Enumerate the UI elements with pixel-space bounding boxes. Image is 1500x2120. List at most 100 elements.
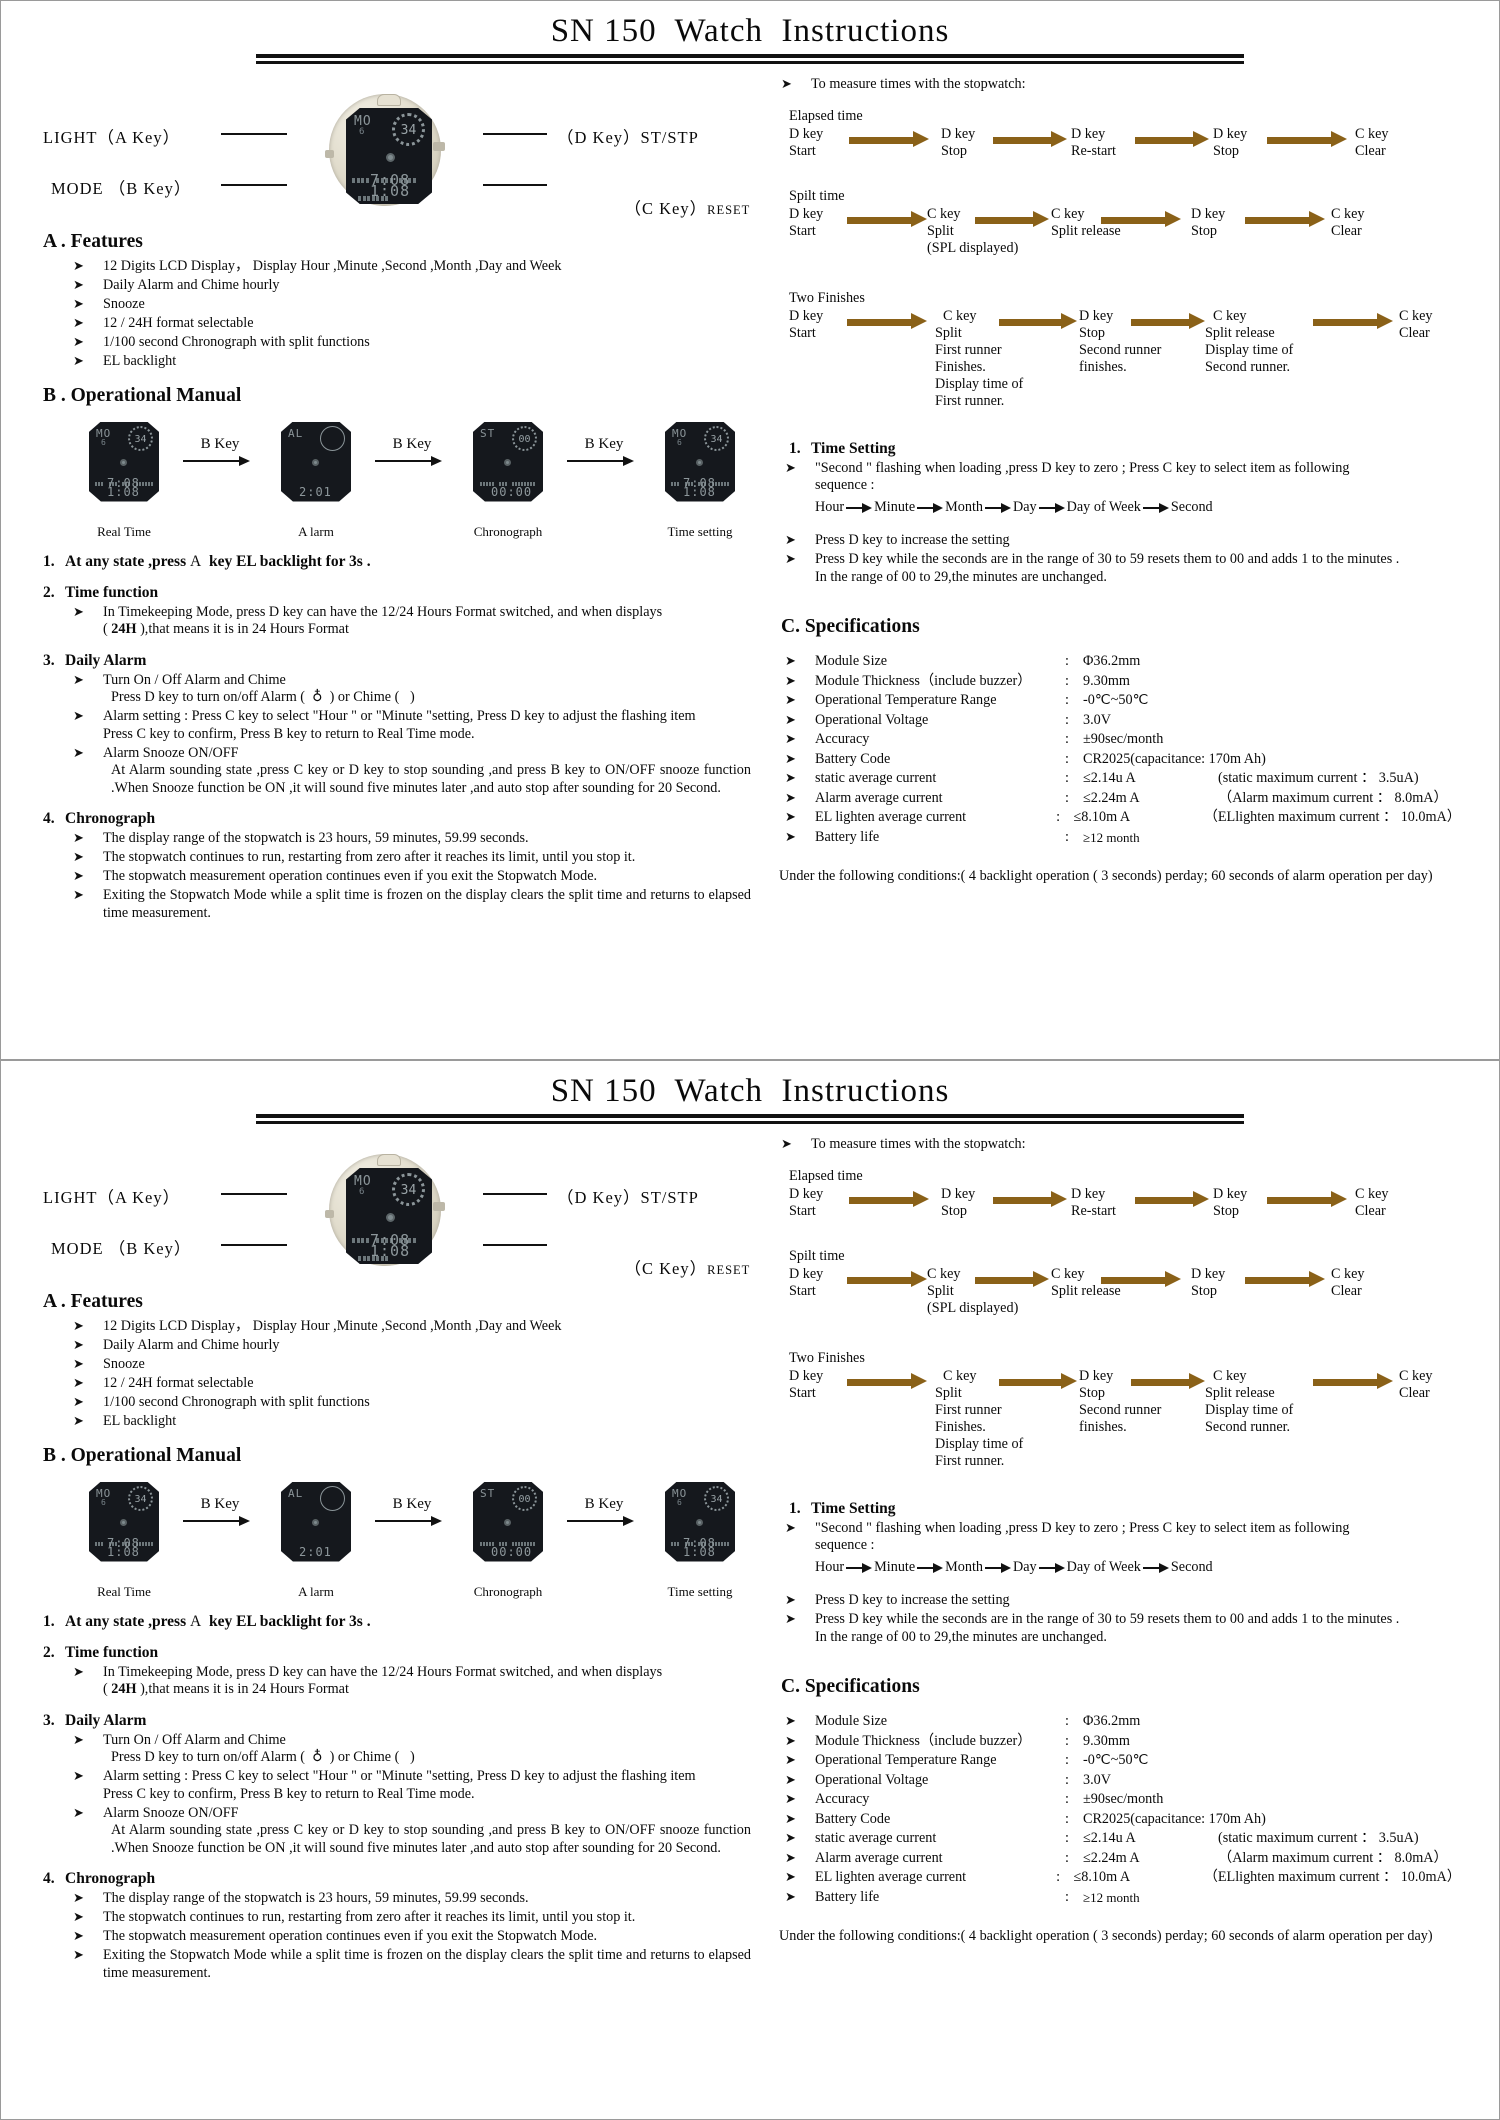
group-label: Spilt time (789, 1247, 845, 1264)
mode-arrow-key: B Key (200, 1495, 240, 1512)
mode-step-alarm: AL 2:01 A larm (263, 1481, 369, 1600)
spec-name: Module Thickness（include buzzer） (815, 1732, 1032, 1749)
thumb-time-text2: 1:08 (683, 1544, 716, 1559)
spec-extra: （Alarm maximum current ： 8.0mA） (1218, 1849, 1448, 1866)
title-rule (1, 1110, 1499, 1124)
step-note: First runner (935, 341, 1002, 358)
list-item: The display range of the stopwatch is 23… (73, 1890, 761, 1908)
flow-step: C key Clear (1399, 308, 1433, 342)
thumb-time-text: 2:01 (299, 1544, 332, 1559)
list-item: The stopwatch measurement operation cont… (73, 868, 761, 886)
seq-item: Second (1170, 1559, 1213, 1575)
item-text-a: At any state ,press (65, 552, 187, 570)
step-note: (SPL displayed) (927, 1299, 1019, 1316)
item-number: 4. (43, 1870, 55, 1887)
mode-arrow-key: B Key (584, 1495, 624, 1512)
chronograph-list: The display range of the stopwatch is 23… (43, 1890, 761, 1982)
flow-step: C key Clear (1355, 126, 1389, 160)
list-item: EL backlight (73, 1413, 761, 1431)
flow-step: D key Stop (1191, 1266, 1225, 1300)
manual-item-2-heading: 2. Time function (43, 584, 761, 602)
spec-colon: : (1065, 1771, 1069, 1788)
right-column: To measure times with the stopwatch: Ela… (761, 72, 1461, 924)
ts2-line2: In the range of 00 to 29,the minutes are… (815, 1628, 1107, 1645)
list-item: Alarm Snooze ON/OFF At Alarm sounding st… (73, 1805, 761, 1858)
step-action: Start (789, 1384, 816, 1401)
list-item: EL backlight (73, 353, 761, 371)
flow-arrow (1135, 1190, 1211, 1207)
callout-leader-light (221, 133, 287, 135)
thumb-ring-text: 34 (128, 425, 153, 451)
step-action: Re-start (1071, 142, 1116, 159)
spec-name: Module Size (815, 653, 888, 669)
seq-arrow-icon (1037, 502, 1067, 513)
time-setting-list-2: Press D key to increase the setting Pres… (771, 1592, 1461, 1646)
item-number: 2. (43, 1643, 55, 1661)
item-heading: Time function (65, 583, 159, 601)
spec-colon: : (1065, 1849, 1069, 1866)
list-item: "Second " flashing when loading ,press D… (785, 460, 1461, 495)
chronograph-list: The display range of the stopwatch is 23… (43, 830, 761, 922)
spec-colon: : (1065, 731, 1069, 747)
spec-name: Accuracy (815, 1791, 870, 1807)
step-key: D key (1191, 205, 1226, 222)
thumb-small-text: 6 (101, 1497, 106, 1507)
flow-step: D key Start (789, 308, 823, 342)
flow-arrow (993, 1190, 1069, 1207)
stopwatch-group-split: Spilt time D key Start C key Split (SPL dis… (771, 1248, 1461, 1328)
time-setting-heading: 1. Time Setting (771, 1500, 1461, 1518)
manual-item-3-heading: 3. Daily Alarm (43, 652, 761, 670)
manual-item-1: 1. At any state ,press A key EL backlight… (43, 553, 761, 571)
spec-colon: : (1056, 1869, 1061, 1885)
alarm-bell-icon: ♁ (312, 689, 323, 705)
seq-arrow-icon (844, 502, 874, 513)
lcd-small-text: 6 (359, 127, 365, 137)
callout-c-label-reset: RESET (707, 203, 751, 217)
step-key: C key (1331, 205, 1365, 222)
callout-light-label: LIGHT（A Key） (43, 1188, 181, 1207)
list-item: 12 / 24H format selectable (73, 1375, 761, 1393)
callout-leader-c (483, 1244, 547, 1246)
spec-value: -0℃~50℃ (1083, 692, 1149, 708)
features-list: 12 Digits LCD Display， Display Hour ,Min… (43, 258, 761, 371)
item-heading: Time Setting (811, 1499, 896, 1517)
flow-arrow (847, 1270, 929, 1287)
seq-arrow-icon (983, 1562, 1013, 1573)
flow-arrow (1131, 1372, 1207, 1389)
step-key: D key (941, 125, 976, 142)
thumb-time-text2: 1:08 (107, 484, 140, 499)
spec-extra: (static maximum current ： 3.5uA) (1218, 1830, 1419, 1846)
spec-colon: : (1065, 828, 1069, 845)
ts-line1: "Second " flashing when loading ,press D… (815, 459, 1350, 476)
item-number: 3. (43, 1711, 55, 1729)
mode-step-chronograph: ST 00 00:00 Chronograph (455, 421, 561, 540)
spec-colon: : (1065, 672, 1069, 689)
table-row: Battery Code: CR2025(capacitance: 170m Ah… (785, 1810, 1461, 1830)
spec-colon: : (1065, 692, 1069, 708)
flow-arrow (1245, 1270, 1327, 1287)
flow-step: D key Stop (941, 126, 975, 160)
stopwatch-group-elapsed: Elapsed time D key Start D key Stop D key R… (771, 1168, 1461, 1232)
item-number: 1. (789, 1499, 801, 1517)
step-key: D key (789, 1185, 824, 1202)
alarm-b3: Alarm Snooze ON/OFF (103, 744, 239, 761)
item-text-b: key EL backlight for 3s . (208, 552, 371, 570)
step-action: Split release (1051, 1282, 1121, 1299)
step-note: First runner. (935, 392, 1005, 409)
spec-value: -0℃~50℃ (1083, 1752, 1149, 1768)
flow-arrow (1245, 210, 1327, 227)
step-key: C key (1355, 125, 1389, 142)
item-text-a: At any state ,press (65, 1612, 187, 1630)
spec-value: Φ36.2mm (1083, 653, 1141, 669)
time-setting-sequence: Hour Minute Month Day Day of Week Second (771, 496, 1461, 518)
flow-step: D key Start (789, 1368, 823, 1402)
step-action: Stop (1213, 142, 1240, 159)
flow-step: C key Clear (1355, 1186, 1389, 1220)
thumb-time-text: 2:01 (299, 484, 332, 499)
spec-value: 3.0V (1083, 711, 1111, 728)
ts-line2: sequence : (815, 477, 875, 493)
time-function-line1: In Timekeeping Mode, press D key can hav… (103, 1663, 663, 1680)
thumb-small-text: 6 (677, 1497, 682, 1507)
step-note: (SPL displayed) (927, 239, 1019, 256)
thumb-small-text: 6 (101, 437, 106, 447)
